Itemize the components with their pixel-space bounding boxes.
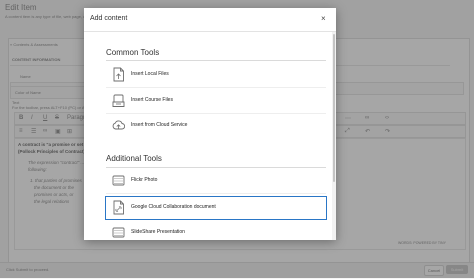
flickr-photo-icon: [112, 175, 125, 186]
slideshare-icon: [112, 227, 125, 238]
tool-label: SlideShare Presentation: [131, 229, 185, 235]
course-files-icon: [112, 94, 125, 107]
tool-insert-course-files[interactable]: Insert Course Files: [106, 90, 326, 112]
tool-google-cloud-collaboration-document[interactable]: Google Cloud Collaboration document: [105, 196, 327, 220]
modal-title: Add content: [90, 15, 128, 22]
tool-divider: [106, 113, 326, 114]
section-divider: [106, 167, 326, 168]
tool-slideshare-presentation[interactable]: SlideShare Presentation: [106, 222, 326, 240]
section-divider: [106, 60, 326, 61]
tool-insert-from-cloud-service[interactable]: Insert from Cloud Service: [106, 115, 326, 137]
section-heading-additional-tools: Additional Tools: [106, 154, 162, 163]
file-icon: [113, 67, 124, 82]
tool-divider: [106, 87, 326, 88]
tool-label: Insert Local Files: [131, 71, 169, 77]
document-link-icon: [113, 200, 124, 215]
tool-label: Flickr Photo: [131, 177, 158, 183]
tool-flickr-photo[interactable]: Flickr Photo: [106, 170, 326, 192]
tool-label: Insert Course Files: [131, 97, 173, 103]
tool-label: Google Cloud Collaboration document: [131, 204, 216, 210]
modal-scrollbar-thumb[interactable]: [333, 34, 335, 182]
close-icon[interactable]: ×: [321, 14, 326, 23]
modal-header-divider: [84, 31, 336, 32]
tool-divider: [106, 193, 326, 194]
tool-label: Insert from Cloud Service: [131, 122, 188, 128]
section-heading-common-tools: Common Tools: [106, 48, 160, 57]
tool-insert-local-files[interactable]: Insert Local Files: [106, 64, 326, 86]
add-content-modal: Add content × Common Tools Insert Local …: [84, 8, 336, 240]
cloud-upload-icon: [112, 120, 125, 130]
